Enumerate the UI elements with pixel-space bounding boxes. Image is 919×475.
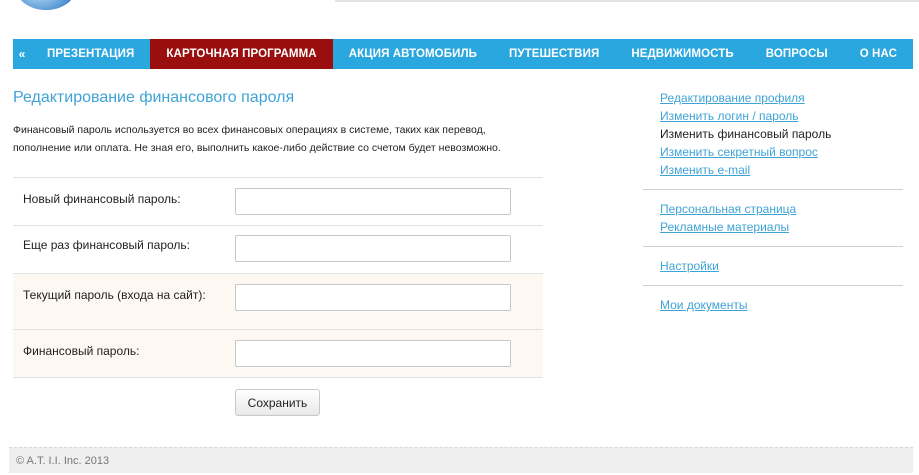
nav-item-presentation[interactable]: ПРЕЗЕНТАЦИЯ	[31, 39, 150, 69]
sidebar-group-profile: Редактирование профиля Изменить логин / …	[643, 89, 903, 179]
description-line-1: Финансовый пароль используется во всех ф…	[13, 124, 486, 136]
repeat-password-label: Еще раз финансовый пароль:	[23, 238, 190, 252]
sidebar-link-my-documents[interactable]: Мои документы	[660, 296, 903, 314]
footer: © A.T. I.I. Inc. 2013	[9, 447, 913, 473]
sidebar-link-edit-profile[interactable]: Редактирование профиля	[660, 89, 903, 107]
sidebar-link-change-login[interactable]: Изменить логин / пароль	[660, 107, 903, 125]
sidebar-group-settings: Настройки	[643, 257, 903, 275]
nav-item-about[interactable]: О НАС	[844, 39, 913, 69]
nav-item-real-estate[interactable]: НЕДВИЖИМОСТЬ	[615, 39, 749, 69]
page-description: Финансовый пароль используется во всех ф…	[13, 121, 543, 157]
sidebar-link-change-email[interactable]: Изменить e-mail	[660, 161, 903, 179]
current-password-label: Текущий пароль (входа на сайт):	[23, 288, 206, 302]
save-button[interactable]: Сохранить	[235, 389, 320, 416]
page-title: Редактирование финансового пароля	[13, 89, 295, 106]
sidebar-link-change-finance-password: Изменить финансовый пароль	[660, 127, 832, 141]
nav-item-card-program[interactable]: КАРТОЧНАЯ ПРОГРАММА	[150, 39, 333, 69]
sidebar: Редактирование профиля Изменить логин / …	[643, 89, 903, 314]
top-divider	[335, 0, 919, 2]
sidebar-group-documents: Мои документы	[643, 296, 903, 314]
new-password-label: Новый финансовый пароль:	[23, 192, 181, 206]
sidebar-link-settings[interactable]: Настройки	[660, 257, 903, 275]
current-password-input[interactable]	[235, 284, 511, 311]
sidebar-link-ad-materials[interactable]: Рекламные материалы	[660, 218, 903, 236]
nav-item-car-promo[interactable]: АКЦИЯ АВТОМОБИЛЬ	[333, 39, 493, 69]
sidebar-divider	[643, 246, 903, 247]
form-row-new-password: Новый финансовый пароль:	[13, 178, 543, 226]
top-bar	[0, 0, 919, 38]
nav-item-questions[interactable]: ВОПРОСЫ	[750, 39, 844, 69]
globe-logo-icon[interactable]	[16, 0, 76, 10]
footer-copyright: © A.T. I.I. Inc. 2013	[16, 455, 110, 467]
new-password-input[interactable]	[235, 188, 511, 215]
finance-password-label: Финансовый пароль:	[23, 344, 140, 358]
sidebar-link-change-secret-question[interactable]: Изменить секретный вопрос	[660, 143, 903, 161]
nav-item-travel[interactable]: ПУТЕШЕСТВИЯ	[493, 39, 615, 69]
description-line-2: пополнение или оплата. Не зная его, выпо…	[13, 142, 501, 154]
finance-password-input[interactable]	[235, 340, 511, 367]
form-row-current-password: Текущий пароль (входа на сайт):	[13, 274, 543, 330]
sidebar-group-personal: Персональная страница Рекламные материал…	[643, 200, 903, 236]
nav-back-button[interactable]: «	[13, 39, 31, 69]
form-row-repeat-password: Еще раз финансовый пароль:	[13, 226, 543, 274]
finance-password-form: Новый финансовый пароль: Еще раз финансо…	[13, 177, 543, 378]
sidebar-link-personal-page[interactable]: Персональная страница	[660, 200, 903, 218]
sidebar-divider	[643, 285, 903, 286]
repeat-password-input[interactable]	[235, 235, 511, 262]
main-nav: « ПРЕЗЕНТАЦИЯ КАРТОЧНАЯ ПРОГРАММА АКЦИЯ …	[13, 39, 913, 69]
form-row-finance-password: Финансовый пароль:	[13, 330, 543, 378]
sidebar-divider	[643, 189, 903, 190]
